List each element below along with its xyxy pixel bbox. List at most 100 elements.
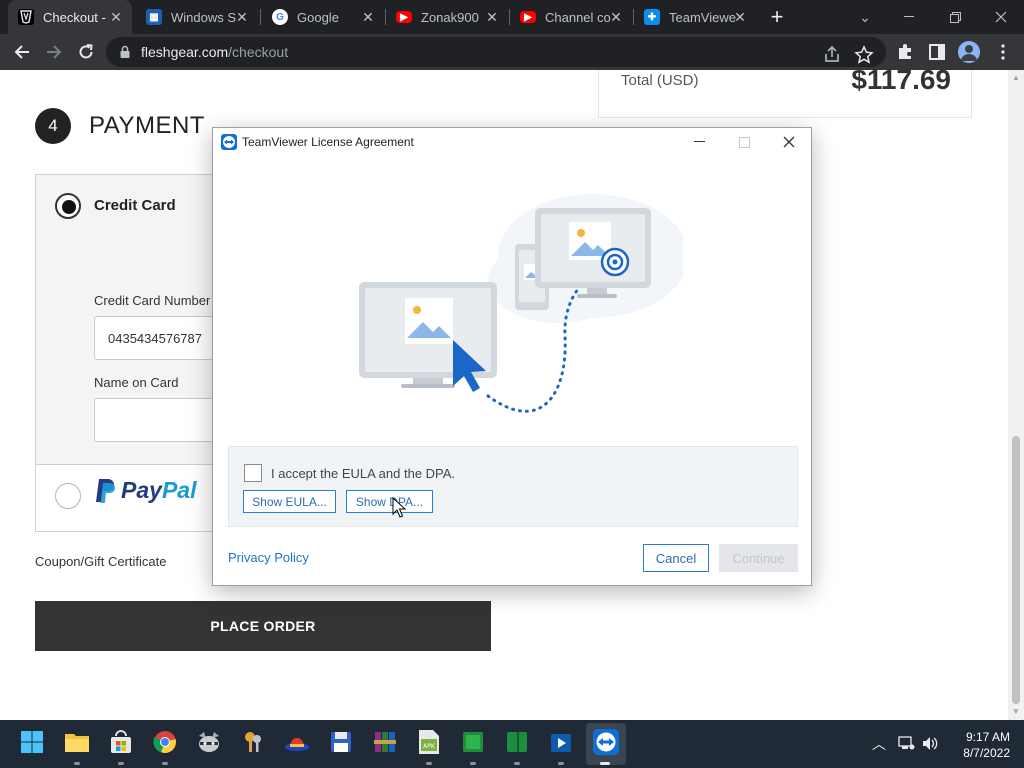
dialog-title: TeamViewer License Agreement (242, 135, 414, 149)
green-app-2-button[interactable] (503, 728, 531, 756)
file-explorer-button[interactable] (63, 728, 91, 756)
total-label: Total (USD) (621, 72, 699, 89)
tab-checkout[interactable]: Checkout - ✕ (8, 0, 132, 34)
close-icon[interactable]: ✕ (108, 9, 124, 25)
close-window-button[interactable] (978, 0, 1024, 34)
close-icon[interactable]: ✕ (732, 9, 748, 25)
clock-time: 9:17 AM (965, 730, 1010, 744)
google-icon: G (272, 9, 288, 25)
chrome-button[interactable] (151, 728, 179, 756)
address-bar[interactable]: fleshgear.com/checkout (106, 37, 886, 67)
clock-date: 8/7/2022 (963, 746, 1010, 760)
minimize-button[interactable] (886, 0, 932, 34)
green-book-icon (463, 732, 483, 752)
dialog-close-button[interactable] (775, 131, 803, 153)
continue-button[interactable]: Continue (719, 544, 798, 572)
tab-zonak900[interactable]: ▶ Zonak900 ✕ (386, 0, 508, 34)
puzzle-icon (899, 44, 911, 59)
paypal-pal-text: Pal (161, 477, 197, 503)
restore-button[interactable] (932, 0, 978, 34)
menu-button[interactable] (992, 41, 1014, 63)
tab-label: Checkout - (43, 9, 106, 25)
teamviewer-icon (221, 134, 237, 150)
reload-button[interactable] (72, 38, 100, 66)
browser-tab-strip: Checkout - ✕ ▦ Windows S ✕ G Google ✕ ▶ … (0, 0, 1024, 34)
folder-icon (65, 734, 89, 752)
accept-eula-label[interactable]: I accept the EULA and the DPA. (271, 466, 455, 481)
page-scrollbar[interactable]: ▲ ▼ (1008, 70, 1024, 720)
order-summary-box: Total (USD) $117.69 (598, 70, 972, 118)
volume-icon[interactable] (922, 736, 938, 751)
svg-text:APK: APK (423, 743, 436, 750)
chrome-icon (153, 731, 176, 754)
teamviewer-icon: ✚ (644, 9, 660, 25)
running-indicator (118, 762, 124, 765)
url-host: fleshgear.com (141, 44, 229, 60)
tab-teamviewer[interactable]: ✚ TeamViewe ✕ (634, 0, 756, 34)
profile-button[interactable] (958, 41, 980, 63)
dialog-minimize-button[interactable] (685, 131, 713, 153)
save-app-button[interactable] (327, 728, 355, 756)
coupon-link[interactable]: Coupon/Gift Certificate (35, 554, 167, 569)
cc-number-label: Credit Card Number (94, 293, 211, 308)
raccoon-app-button[interactable] (195, 728, 223, 756)
new-tab-button[interactable]: + (766, 6, 788, 28)
show-dpa-button[interactable]: Show DPA... (346, 490, 433, 513)
scroll-down-icon[interactable]: ▼ (1012, 708, 1020, 716)
windows-taskbar: APK ︿ 9:17 AM 8/7/2022 (0, 720, 1024, 768)
close-icon[interactable]: ✕ (234, 9, 250, 25)
tab-separator (260, 9, 261, 25)
network-icon[interactable] (898, 736, 915, 751)
teamviewer-icon (593, 729, 619, 755)
total-value: $117.69 (851, 70, 951, 95)
close-icon[interactable]: ✕ (608, 9, 624, 25)
app-button[interactable] (283, 728, 311, 756)
dialog-maximize-button[interactable] (730, 131, 758, 153)
scroll-thumb[interactable] (1012, 436, 1020, 704)
teamviewer-taskbar-button[interactable] (592, 728, 620, 756)
side-panel-button[interactable] (926, 41, 948, 63)
close-icon (783, 136, 795, 148)
accept-eula-checkbox[interactable] (244, 464, 262, 482)
winrar-button[interactable] (371, 728, 399, 756)
share-icon[interactable] (822, 45, 842, 65)
show-eula-button[interactable]: Show EULA... (243, 490, 336, 513)
close-icon[interactable]: ✕ (360, 9, 376, 25)
green-app-button[interactable] (459, 728, 487, 756)
credit-card-radio[interactable] (55, 193, 81, 219)
apk-installer-button[interactable]: APK (415, 728, 443, 756)
youtube-icon: ▶ (520, 11, 536, 23)
tray-overflow-chevron-icon[interactable]: ︿ (872, 734, 886, 754)
running-indicator (470, 762, 476, 765)
eula-accept-panel: I accept the EULA and the DPA. Show EULA… (228, 446, 798, 527)
start-button[interactable] (18, 728, 46, 756)
extensions-button[interactable] (894, 41, 916, 63)
media-player-button[interactable] (547, 728, 575, 756)
taskbar-clock[interactable]: 9:17 AM 8/7/2022 (950, 729, 1010, 761)
bookmark-star-icon[interactable] (854, 45, 874, 65)
key-tool-button[interactable] (239, 728, 267, 756)
privacy-policy-link[interactable]: Privacy Policy (228, 550, 309, 565)
back-button[interactable] (8, 38, 36, 66)
mouse-pointer-icon (392, 497, 406, 518)
place-order-button[interactable]: PLACE ORDER (35, 601, 491, 651)
tab-google[interactable]: G Google ✕ (262, 0, 384, 34)
youtube-icon: ▶ (396, 11, 412, 23)
step-title: PAYMENT (89, 112, 205, 139)
paypal-radio[interactable] (55, 483, 81, 509)
scroll-up-icon[interactable]: ▲ (1012, 74, 1020, 82)
fleshgear-icon (18, 9, 34, 25)
green-book-icon (507, 732, 527, 752)
tab-channel[interactable]: ▶ Channel co ✕ (510, 0, 632, 34)
forward-button[interactable] (40, 38, 68, 66)
microsoft-store-button[interactable] (107, 728, 135, 756)
windows-icon: ▦ (146, 9, 162, 25)
tab-windows[interactable]: ▦ Windows S ✕ (136, 0, 258, 34)
forward-arrow-icon (47, 45, 62, 59)
tab-search-button[interactable]: ⌄ (842, 0, 888, 34)
cancel-button[interactable]: Cancel (643, 544, 709, 572)
back-arrow-icon (14, 45, 29, 59)
kebab-menu-icon (1001, 44, 1005, 60)
close-icon[interactable]: ✕ (484, 9, 500, 25)
running-indicator (558, 762, 564, 765)
